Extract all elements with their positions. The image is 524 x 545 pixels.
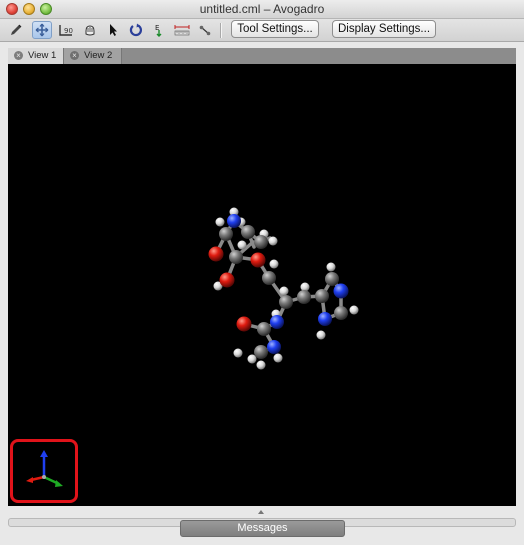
- tool-settings-button[interactable]: Tool Settings...: [231, 20, 319, 38]
- splitter-handle-icon[interactable]: [258, 510, 264, 514]
- tab-view-1[interactable]: × View 1: [8, 48, 64, 64]
- draw-tool-icon: [11, 24, 22, 35]
- bond-centric-tool-icon: 90: [59, 25, 73, 36]
- molecule-render: [208, 207, 359, 370]
- svg-text:90: 90: [64, 27, 73, 35]
- axes-orientation-icon: [26, 450, 63, 487]
- tab-view-2[interactable]: × View 2: [64, 48, 122, 64]
- measure-tool-icon: [174, 25, 190, 36]
- tab-label: View 1: [28, 50, 57, 61]
- title-bar: untitled.cml – Avogadro: [0, 0, 524, 19]
- align-tool-button[interactable]: [195, 21, 215, 39]
- align-tool-icon: [199, 25, 211, 36]
- select-tool-button[interactable]: [103, 21, 123, 39]
- bond-centric-tool-button[interactable]: 90: [56, 21, 76, 39]
- window-title: untitled.cml – Avogadro: [199, 2, 325, 16]
- navigate-tool-icon: [35, 23, 49, 37]
- toolbar-separator: [220, 23, 222, 38]
- manipulate-tool-button[interactable]: [80, 21, 100, 39]
- navigate-tool-button[interactable]: [32, 21, 52, 39]
- display-settings-button[interactable]: Display Settings...: [332, 20, 436, 38]
- close-tab-icon[interactable]: ×: [70, 51, 79, 60]
- measure-tool-button[interactable]: [172, 21, 192, 39]
- auto-rotate-tool-icon: [129, 23, 143, 37]
- select-tool-icon: [110, 24, 117, 36]
- avogadro-window: untitled.cml – Avogadro 90 E Tool Settin…: [0, 0, 524, 545]
- tab-label: View 2: [84, 50, 113, 61]
- molecule-3d-viewport[interactable]: [8, 64, 516, 506]
- auto-optimize-tool-button[interactable]: E: [149, 21, 169, 39]
- messages-tab[interactable]: Messages: [180, 520, 345, 537]
- view-tab-bar: × View 1 × View 2: [8, 48, 516, 64]
- close-tab-icon[interactable]: ×: [14, 51, 23, 60]
- manipulate-tool-icon: [85, 25, 95, 36]
- auto-rotate-tool-button[interactable]: [126, 21, 146, 39]
- toolbar: 90 E Tool Settings... Display Settings..…: [0, 19, 524, 42]
- axes-indicator-highlight: [10, 439, 78, 503]
- auto-optimize-tool-icon: E: [155, 24, 162, 37]
- draw-tool-button[interactable]: [6, 21, 26, 39]
